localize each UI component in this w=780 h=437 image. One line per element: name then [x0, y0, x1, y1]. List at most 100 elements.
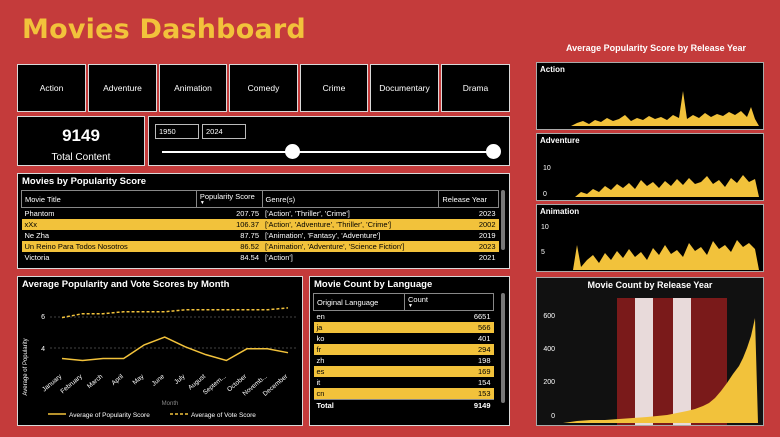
adventure-area-chart: 10 0 [543, 165, 759, 198]
total-content-label: Total Content [51, 152, 111, 163]
x-tick-label: June [151, 373, 167, 388]
cell-genres: ['Animation', 'Adventure', 'Science Fict… [262, 241, 439, 252]
genre-button-documentary[interactable]: Documentary [370, 64, 439, 112]
cell-count: 566 [404, 322, 494, 333]
table-scrollbar[interactable] [501, 293, 505, 403]
release-year-panel: Movie Count by Release Year 600 400 200 … [536, 277, 764, 426]
language-table: Original Language Count ▼ en 6651 ja 566 ko… [313, 293, 494, 411]
animation-area-chart: 10 5 [541, 224, 759, 270]
cell-genres: ['Action', 'Adventure', 'Thriller', 'Cri… [262, 219, 439, 230]
cell-score: 106.37 [196, 219, 263, 230]
cell-lang: fr [313, 344, 405, 355]
y-tick: 0 [551, 413, 555, 420]
popcorn-box-stripe [635, 298, 653, 425]
popularity-table: Movie Title Popularity Score ▼ Genre(s) R… [21, 190, 499, 263]
animation-area-panel: Animation 10 5 [536, 204, 764, 272]
cell-genres: ['Action', 'Thriller', 'Crime'] [265, 209, 350, 218]
cell-lang: ja [313, 322, 405, 333]
y-tick: 10 [543, 165, 551, 172]
cell-year: 2021 [478, 253, 496, 262]
cell-score: 207.75 [236, 209, 260, 218]
cell-title: Phantom [24, 209, 55, 218]
x-axis-label: Month [162, 401, 179, 407]
x-tick-label: February [59, 373, 84, 396]
table-row[interactable]: Ne Zha 87.75 ['Animation', 'Fantasy', 'A… [22, 230, 499, 241]
table-row[interactable]: xXx 106.37 ['Action', 'Adventure', 'Thri… [21, 219, 499, 230]
genre-button-drama[interactable]: Drama [441, 64, 510, 112]
start-year-input[interactable]: 1950 [155, 124, 199, 139]
cell-score: 87.75 [240, 231, 260, 240]
table-row[interactable]: zh 198 [314, 355, 494, 366]
x-tick-label: March [86, 373, 105, 390]
action-area-panel: Action [536, 62, 764, 130]
slider-handle-end[interactable] [486, 144, 501, 159]
cell-count: 154 [477, 378, 491, 387]
col-popularity-score-label: Popularity Score [199, 192, 255, 201]
cell-count: 6651 [473, 312, 491, 321]
table-row[interactable]: fr 294 [313, 344, 494, 355]
adventure-area-panel: Adventure 10 0 [536, 133, 764, 201]
year-range-slicer: 1950 2024 [148, 116, 510, 166]
cell-year: 2019 [478, 231, 496, 240]
sort-desc-icon: ▼ [199, 200, 205, 206]
table-scrollbar[interactable] [501, 190, 505, 250]
y-tick: 200 [543, 379, 555, 386]
month-chart-panel: Average Popularity and Vote Scores by Mo… [17, 276, 303, 426]
x-tick-label: May [132, 373, 146, 387]
genre-button-animation[interactable]: Animation [159, 64, 227, 112]
total-content-card: 9149 Total Content [17, 116, 145, 166]
popularity-line [61, 336, 289, 362]
total-content-value: 9149 [62, 126, 100, 145]
popularity-table-title: Movies by Popularity Score [22, 176, 147, 187]
cell-score: 84.54 [240, 253, 260, 262]
legend-vote[interactable]: Average of Vote Score [191, 412, 256, 419]
genre-button-action[interactable]: Action [17, 64, 86, 112]
right-panel-title: Average Popularity Score by Release Year [565, 43, 747, 53]
table-total-row: Total 9149 [313, 399, 494, 411]
page-title: Movies Dashboard [22, 14, 306, 45]
cell-title: Ne Zha [24, 231, 50, 240]
y-tick: 10 [541, 224, 549, 231]
cell-lang: zh [316, 356, 325, 365]
cell-count: 153 [404, 388, 494, 400]
cell-count: 294 [404, 344, 494, 355]
cell-lang: cn [313, 388, 405, 400]
x-tick-label: July [173, 373, 187, 386]
table-row[interactable]: Phantom 207.75 ['Action', 'Thriller', 'C… [22, 208, 499, 220]
y-tick: 5 [541, 249, 545, 256]
table-row[interactable]: ja 566 [313, 322, 494, 333]
col-release-year[interactable]: Release Year [438, 190, 499, 208]
col-genres[interactable]: Genre(s) [261, 190, 440, 208]
table-row[interactable]: cn 153 [313, 388, 494, 400]
table-row[interactable]: Victoria 84.54 ['Action'] 2021 [22, 252, 499, 263]
table-row[interactable]: ko 401 [314, 333, 494, 344]
vote-line [61, 307, 289, 319]
table-header-row: Movie Title Popularity Score ▼ Genre(s) R… [21, 190, 499, 208]
col-count[interactable]: Count ▼ [404, 293, 494, 311]
x-tick-label: Septem... [202, 373, 228, 396]
legend-popularity[interactable]: Average of Popularity Score [69, 412, 150, 419]
table-row[interactable]: es 169 [313, 366, 494, 377]
slider-handle-start[interactable] [285, 144, 300, 159]
genre-button-crime[interactable]: Crime [300, 64, 368, 112]
table-row[interactable]: it 154 [314, 377, 494, 388]
col-movie-title[interactable]: Movie Title [21, 190, 197, 208]
y-tick: 0 [543, 191, 547, 198]
genre-button-adventure[interactable]: Adventure [88, 64, 157, 112]
table-row[interactable]: en 6651 [314, 311, 494, 323]
table-row[interactable]: Un Reino Para Todos Nosotros 86.52 ['Ani… [21, 241, 499, 252]
end-year-input[interactable]: 2024 [202, 124, 246, 139]
total-value: 9149 [404, 399, 494, 411]
cell-lang: en [316, 312, 325, 321]
cell-score: 86.52 [196, 241, 263, 252]
genre-button-comedy[interactable]: Comedy [229, 64, 298, 112]
total-label: Total [313, 399, 405, 411]
cell-year: 2023 [438, 241, 499, 252]
language-table-panel: Movie Count by Language Original Languag… [309, 276, 510, 426]
popularity-table-panel: Movies by Popularity Score Movie Title P… [17, 173, 510, 269]
popcorn-box-stripe [673, 298, 691, 425]
col-original-language[interactable]: Original Language [313, 293, 405, 311]
col-popularity-score[interactable]: Popularity Score ▼ [195, 190, 263, 208]
x-tick-label: April [110, 373, 125, 387]
cell-genres: ['Animation', 'Fantasy', 'Adventure'] [265, 231, 381, 240]
